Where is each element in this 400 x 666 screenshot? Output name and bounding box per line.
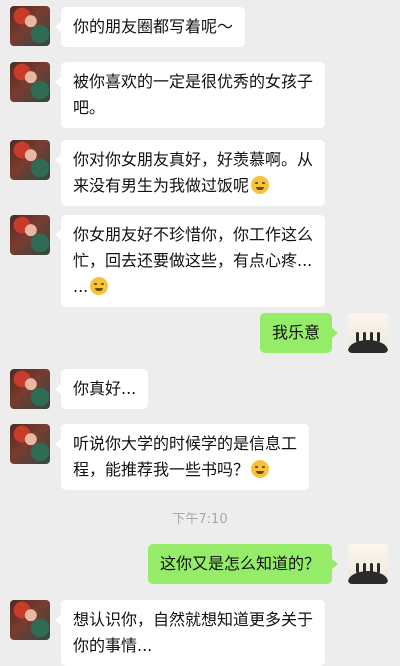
hill-silhouette [348, 571, 388, 584]
message-text: 程，能推荐我一些书吗？ [73, 460, 250, 479]
message-bubble[interactable]: 我乐意 [259, 313, 339, 353]
message-text-line: 来没有男生为我做过饭呢 [73, 173, 313, 199]
message-bubble[interactable]: 你真好... [54, 369, 149, 409]
figure-silhouette [356, 332, 359, 342]
message-text: 忙，回去还要做这些，有点心疼... [73, 251, 313, 270]
message-text: 我乐意 [271, 323, 320, 342]
message-text-line: 程，能推荐我一些书吗？ [73, 457, 297, 483]
message-text: 来没有男生为我做过饭呢 [73, 176, 250, 195]
message-bubble[interactable]: 这你又是怎么知道的？ [147, 544, 339, 584]
figure-silhouette [363, 563, 366, 573]
figure-silhouette [377, 332, 380, 342]
sad-emoji-icon [90, 277, 109, 295]
message-text: 你对你女朋友真好，好羡慕啊。从 [73, 150, 314, 169]
message-text: 被你喜欢的一定是很优秀的女孩子 [73, 72, 314, 91]
message-text: 这你又是怎么知道的？ [159, 554, 320, 573]
message-bubble[interactable]: 想认识你，自然就想知道更多关于 你的事情... [54, 600, 326, 666]
user-avatar[interactable] [348, 313, 388, 353]
message-bubble[interactable]: 你女朋友好不珍惜你，你工作这么 忙，回去还要做这些，有点心疼... ... [54, 215, 326, 307]
user-avatar[interactable] [348, 544, 388, 584]
message-text-line: ... [73, 274, 313, 300]
message-bubble[interactable]: 被你喜欢的一定是很优秀的女孩子 吧。 [54, 62, 326, 128]
message-text: ... [73, 277, 89, 296]
contact-avatar[interactable] [10, 424, 50, 464]
message-bubble[interactable]: 听说你大学的时候学的是信息工 程，能推荐我一些书吗？ [54, 424, 310, 490]
figure-silhouette [363, 332, 366, 342]
contact-avatar[interactable] [10, 215, 50, 255]
message-bubble[interactable]: 你对你女朋友真好，好羡慕啊。从 来没有男生为我做过饭呢 [54, 140, 326, 206]
message-text: 你的事情... [73, 636, 153, 655]
message-text: 想认识你，自然就想知道更多关于 [73, 610, 314, 629]
message-text: 吧。 [73, 98, 106, 117]
figure-silhouette [356, 563, 359, 573]
contact-avatar[interactable] [10, 140, 50, 180]
contact-avatar[interactable] [10, 6, 50, 46]
figure-silhouette [370, 563, 373, 573]
smiling-tears-emoji-icon [251, 176, 270, 194]
message-text: 听说你大学的时候学的是信息工 [73, 434, 298, 453]
grin-emoji-icon [251, 460, 270, 478]
message-text: 你的朋友圈都写着呢～ [73, 17, 234, 36]
contact-avatar[interactable] [10, 600, 50, 640]
hill-silhouette [348, 340, 388, 353]
contact-avatar[interactable] [10, 62, 50, 102]
figure-silhouette [377, 563, 380, 573]
message-text: 你真好... [73, 379, 137, 398]
contact-avatar[interactable] [10, 369, 50, 409]
message-bubble[interactable]: 你的朋友圈都写着呢～ [54, 7, 246, 47]
timestamp: 下午7:10 [172, 512, 228, 527]
figure-silhouette [370, 332, 373, 342]
message-text: 你女朋友好不珍惜你，你工作这么 [73, 225, 314, 244]
